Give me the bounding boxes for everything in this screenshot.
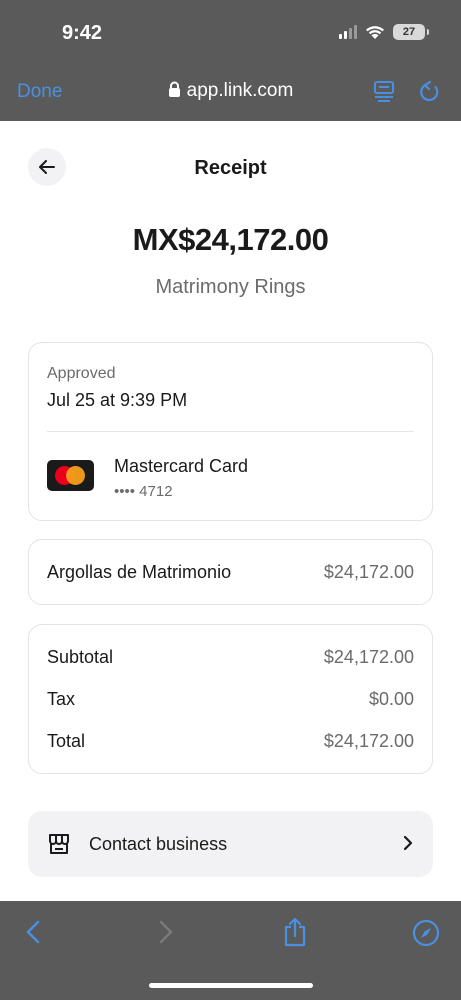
merchant-name: Matrimony Rings: [155, 276, 306, 298]
line-item-card: Argollas de Matrimonio $24,172.00: [28, 539, 433, 605]
reload-icon[interactable]: [418, 80, 442, 104]
line-item-price: $24,172.00: [323, 562, 414, 582]
battery-icon: 27: [393, 24, 429, 40]
receipt-amount: MX$24,172.00: [132, 222, 329, 257]
contact-business-label: Contact business: [89, 834, 228, 854]
status-indicators: 27: [339, 24, 429, 40]
back-arrow-icon[interactable]: [25, 919, 41, 945]
reader-mode-icon[interactable]: [373, 80, 395, 104]
mastercard-logo-icon: [47, 460, 94, 491]
lock-icon: [168, 81, 180, 97]
url-text: app.link.com: [186, 80, 294, 101]
line-item-name: Argollas de Matrimonio: [47, 562, 232, 582]
chevron-right-icon: [403, 835, 413, 851]
contact-business-button[interactable]: Contact business: [28, 811, 433, 877]
tax-value: $0.00: [368, 689, 414, 709]
store-icon: [49, 834, 69, 854]
divider: [47, 431, 414, 432]
approval-status: Approved: [47, 365, 116, 382]
total-label: Total: [47, 731, 86, 751]
transaction-date: Jul 25 at 9:39 PM: [47, 390, 188, 410]
card-name: Mastercard Card: [114, 456, 249, 476]
status-time: 9:42: [62, 22, 103, 44]
browser-bottom-toolbar: [0, 901, 461, 1000]
wifi-icon: [366, 25, 384, 39]
total-value: $24,172.00: [323, 731, 414, 751]
compass-icon[interactable]: [412, 919, 440, 947]
totals-card: Subtotal $24,172.00 Tax $0.00 Total $24,…: [28, 624, 433, 774]
home-indicator: [149, 983, 313, 988]
tax-label: Tax: [47, 689, 76, 709]
cellular-signal-icon: [339, 25, 357, 39]
subtotal-value: $24,172.00: [323, 647, 414, 667]
payment-details-card: Approved Jul 25 at 9:39 PM Mastercard Ca…: [28, 342, 433, 521]
forward-arrow-icon[interactable]: [158, 919, 174, 945]
subtotal-label: Subtotal: [47, 647, 114, 667]
page-title: Receipt: [194, 157, 267, 179]
card-number: •••• 4712: [114, 483, 173, 500]
share-icon[interactable]: [282, 917, 308, 947]
browser-top-chrome: 9:42 27 Done app.link.com: [0, 0, 461, 121]
